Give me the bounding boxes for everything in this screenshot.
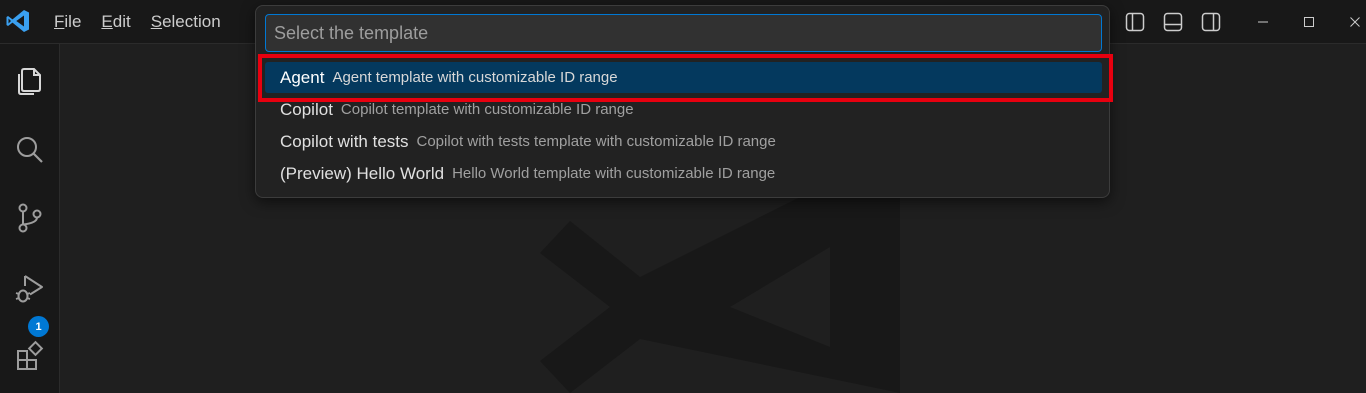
activity-search[interactable] bbox=[0, 125, 60, 175]
toggle-primary-sidebar-button[interactable] bbox=[1122, 9, 1148, 35]
maximize-icon bbox=[1304, 17, 1314, 27]
quick-pick: Agent Agent template with customizable I… bbox=[255, 5, 1110, 198]
search-icon bbox=[17, 137, 43, 163]
option-label: Copilot with tests bbox=[280, 131, 409, 151]
activity-run-and-debug[interactable] bbox=[0, 263, 60, 313]
minimize-button[interactable] bbox=[1240, 0, 1286, 44]
extensions-badge: 1 bbox=[28, 316, 49, 337]
menu-file[interactable]: File bbox=[54, 12, 81, 32]
vscode-watermark-icon bbox=[540, 197, 900, 393]
activity-explorer[interactable] bbox=[0, 55, 60, 105]
toggle-panel-button[interactable] bbox=[1160, 9, 1186, 35]
maximize-button[interactable] bbox=[1286, 0, 1332, 44]
vscode-logo-icon bbox=[6, 10, 29, 32]
template-option-copilot-with-tests[interactable]: Copilot with tests Copilot with tests te… bbox=[265, 126, 1102, 157]
menu-selection[interactable]: Selection bbox=[151, 12, 221, 32]
toggle-secondary-sidebar-icon bbox=[1201, 12, 1221, 32]
run-debug-icon bbox=[15, 275, 43, 303]
window-controls bbox=[1240, 0, 1366, 44]
template-search-input[interactable] bbox=[265, 14, 1102, 52]
menu-edit[interactable]: Edit bbox=[101, 12, 130, 32]
toggle-panel-icon bbox=[1163, 12, 1183, 32]
option-label: Copilot bbox=[280, 99, 333, 119]
template-option-hello-world[interactable]: (Preview) Hello World Hello World templa… bbox=[265, 158, 1102, 189]
extensions-icon bbox=[17, 340, 44, 370]
option-label: (Preview) Hello World bbox=[280, 163, 445, 183]
source-control-icon bbox=[18, 203, 42, 233]
activity-extensions[interactable] bbox=[0, 331, 60, 381]
close-button[interactable] bbox=[1332, 0, 1366, 44]
option-description: Hello World template with customizable I… bbox=[452, 165, 776, 182]
activity-bar bbox=[0, 44, 60, 393]
toggle-primary-sidebar-icon bbox=[1125, 12, 1145, 32]
close-icon bbox=[1350, 17, 1360, 27]
template-option-agent[interactable]: Agent Agent template with customizable I… bbox=[265, 62, 1102, 93]
option-label: Agent bbox=[280, 67, 325, 87]
option-description: Copilot with tests template with customi… bbox=[416, 133, 776, 150]
menu-bar: File Edit Selection bbox=[54, 0, 221, 44]
option-description: Agent template with customizable ID rang… bbox=[332, 69, 618, 86]
activity-source-control[interactable] bbox=[0, 193, 60, 243]
layout-controls bbox=[1122, 0, 1224, 44]
toggle-secondary-sidebar-button[interactable] bbox=[1198, 9, 1224, 35]
option-description: Copilot template with customizable ID ra… bbox=[340, 101, 634, 118]
template-option-copilot[interactable]: Copilot Copilot template with customizab… bbox=[265, 94, 1102, 125]
minimize-icon bbox=[1258, 21, 1268, 23]
files-icon bbox=[18, 68, 41, 95]
